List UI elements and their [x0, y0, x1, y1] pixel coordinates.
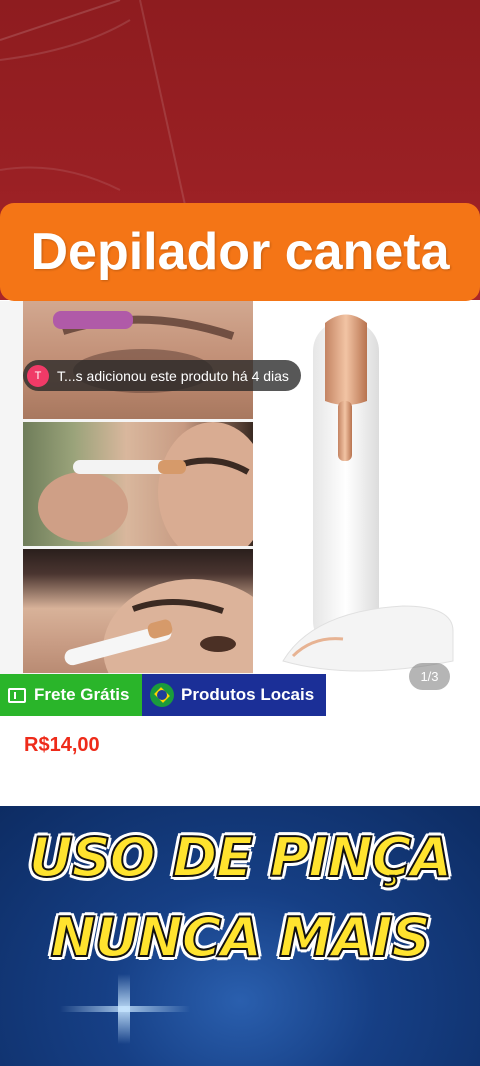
usage-photos: [23, 301, 253, 673]
recent-activity-text: T...s adicionou este produto há 4 dias: [57, 367, 289, 384]
avatar: T: [27, 364, 49, 387]
product-gallery[interactable]: T T...s adicionou este produto há 4 dias…: [0, 301, 480, 716]
free-shipping-label: Frete Grátis: [34, 685, 130, 704]
product-price: R$14,00: [24, 734, 100, 756]
shipping-icon: [8, 687, 26, 703]
gallery-page-indicator: 1/3: [409, 663, 450, 690]
recent-activity-pill: T T...s adicionou este produto há 4 dias: [23, 360, 301, 391]
caption-line-2: NUNCA MAIS: [50, 905, 432, 970]
product-card: T T...s adicionou este produto há 4 dias…: [0, 301, 480, 806]
sparkle-decoration-horizontal: [60, 1006, 190, 1012]
title-banner: Depilador caneta: [0, 203, 480, 301]
caption-line-1: USO DE PINÇA: [28, 825, 453, 890]
free-shipping-badge: Frete Grátis: [0, 674, 142, 716]
face-photo-1: [23, 422, 253, 546]
local-products-badge: Produtos Locais: [142, 674, 326, 716]
badges-row: Frete Grátis Produtos Locais: [0, 674, 326, 716]
brazil-flag-icon: [150, 683, 174, 707]
face-photo-2: [23, 549, 253, 673]
caption-area: USO DE PINÇA NUNCA MAIS: [0, 806, 480, 1066]
local-products-label: Produtos Locais: [181, 685, 315, 704]
title-text: Depilador caneta: [30, 223, 450, 281]
